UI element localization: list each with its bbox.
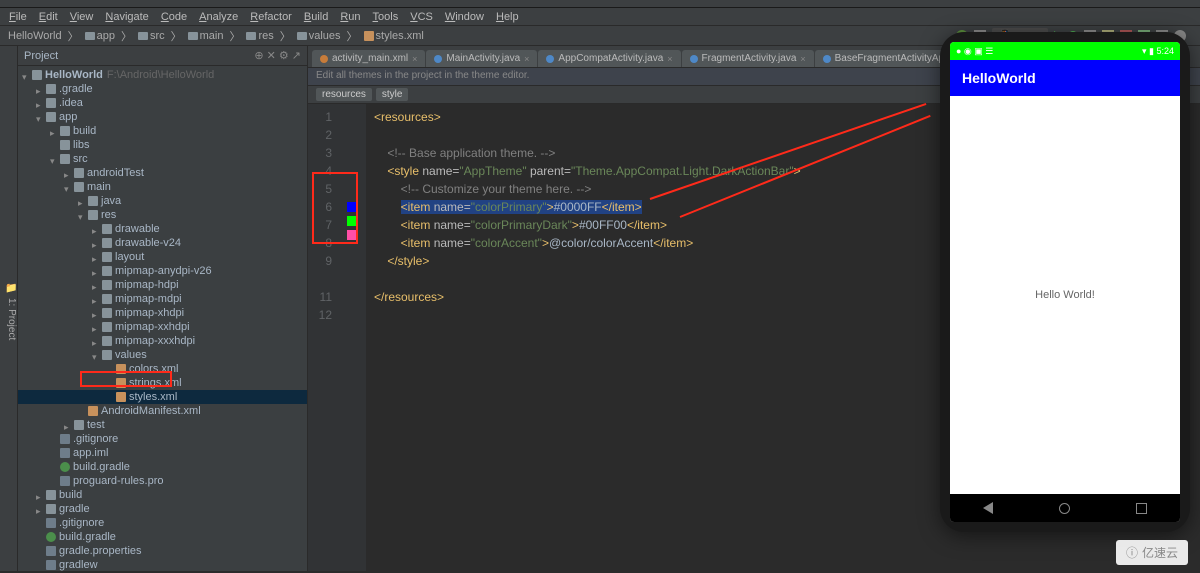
tree--gitignore[interactable]: .gitignore xyxy=(18,516,307,530)
breadcrumb-item[interactable]: main xyxy=(186,30,226,42)
tree-build[interactable]: build xyxy=(18,488,307,502)
swatch-primary[interactable] xyxy=(347,202,357,212)
tree-gradle-properties[interactable]: gradle.properties xyxy=(18,544,307,558)
app-body: Hello World! xyxy=(950,96,1180,494)
tree-mipmap-xxxhdpi[interactable]: mipmap-xxxhdpi xyxy=(18,334,307,348)
line-numbers: 1234567891112 xyxy=(308,104,338,571)
tree-styles-xml[interactable]: styles.xml xyxy=(18,390,307,404)
status-icons-left: ● ◉ ▣ ☰ xyxy=(956,46,993,57)
tree-androidTest[interactable]: androidTest xyxy=(18,166,307,180)
breadcrumb-item[interactable]: values xyxy=(295,30,343,42)
tab-MainActivity-java[interactable]: MainActivity.java× xyxy=(426,50,537,67)
tree-gradle[interactable]: gradle xyxy=(18,502,307,516)
watermark: ⓘ 亿速云 xyxy=(1116,540,1188,565)
tree-build-gradle[interactable]: build.gradle xyxy=(18,460,307,474)
tree-colors-xml[interactable]: colors.xml xyxy=(18,362,307,376)
tree-mipmap-xxhdpi[interactable]: mipmap-xxhdpi xyxy=(18,320,307,334)
tree-gradlew[interactable]: gradlew xyxy=(18,558,307,571)
tree-src[interactable]: src xyxy=(18,152,307,166)
menu-tools[interactable]: Tools xyxy=(368,9,404,25)
tree-mipmap-anydpi-v26[interactable]: mipmap-anydpi-v26 xyxy=(18,264,307,278)
tree-app-iml[interactable]: app.iml xyxy=(18,446,307,460)
menu-window[interactable]: Window xyxy=(440,9,489,25)
tree-build-gradle[interactable]: build.gradle xyxy=(18,530,307,544)
tree-proguard-rules-pro[interactable]: proguard-rules.pro xyxy=(18,474,307,488)
menu-code[interactable]: Code xyxy=(156,9,192,25)
tree-AndroidManifest-xml[interactable]: AndroidManifest.xml xyxy=(18,404,307,418)
tree-mipmap-xhdpi[interactable]: mipmap-xhdpi xyxy=(18,306,307,320)
nav-recent-icon[interactable] xyxy=(1136,503,1147,514)
tree--gradle[interactable]: .gradle xyxy=(18,82,307,96)
tab-activity_main-xml[interactable]: activity_main.xml× xyxy=(312,50,425,67)
menu-refactor[interactable]: Refactor xyxy=(245,9,297,25)
tree-libs[interactable]: libs xyxy=(18,138,307,152)
tab-FragmentActivity-java[interactable]: FragmentActivity.java× xyxy=(682,50,814,67)
tab-AppCompatActivity-java[interactable]: AppCompatActivity.java× xyxy=(538,50,680,67)
tree-test[interactable]: test xyxy=(18,418,307,432)
project-header[interactable]: Project ⊕ ✕ ⚙ ↗ xyxy=(18,46,307,66)
swatch-primary-dark[interactable] xyxy=(347,216,357,226)
tree-mipmap-hdpi[interactable]: mipmap-hdpi xyxy=(18,278,307,292)
menu-navigate[interactable]: Navigate xyxy=(100,9,153,25)
tree-values[interactable]: values xyxy=(18,348,307,362)
menu-vcs[interactable]: VCS xyxy=(405,9,438,25)
device-preview: ● ◉ ▣ ☰ ▾ ▮ 5:24 HelloWorld Hello World! xyxy=(940,32,1190,532)
tree-build[interactable]: build xyxy=(18,124,307,138)
tree-drawable[interactable]: drawable xyxy=(18,222,307,236)
swatch-accent[interactable] xyxy=(347,230,357,240)
menu-help[interactable]: Help xyxy=(491,9,524,25)
menu-edit[interactable]: Edit xyxy=(34,9,63,25)
status-time: ▾ ▮ 5:24 xyxy=(1142,46,1174,57)
nav-bar xyxy=(950,494,1180,522)
menu-run[interactable]: Run xyxy=(335,9,365,25)
menu-build[interactable]: Build xyxy=(299,9,333,25)
project-tool-tab[interactable]: 📁 1: Project xyxy=(0,46,18,571)
tree--idea[interactable]: .idea xyxy=(18,96,307,110)
project-panel: Project ⊕ ✕ ⚙ ↗ HelloWorldF:\Android\Hel… xyxy=(18,46,308,571)
crumb-resources[interactable]: resources xyxy=(316,88,372,101)
nav-back-icon[interactable] xyxy=(983,502,993,514)
menu-file[interactable]: File xyxy=(4,9,32,25)
menubar[interactable]: FileEditViewNavigateCodeAnalyzeRefactorB… xyxy=(0,8,1200,26)
app-bar: HelloWorld xyxy=(950,60,1180,96)
breadcrumb-item[interactable]: app xyxy=(83,30,117,42)
breadcrumb-item[interactable]: src xyxy=(136,30,167,42)
tree-main[interactable]: main xyxy=(18,180,307,194)
tree-app[interactable]: app xyxy=(18,110,307,124)
tree-drawable-v24[interactable]: drawable-v24 xyxy=(18,236,307,250)
menu-analyze[interactable]: Analyze xyxy=(194,9,243,25)
tree-mipmap-mdpi[interactable]: mipmap-mdpi xyxy=(18,292,307,306)
breadcrumb-item[interactable]: res xyxy=(244,30,275,42)
tree-layout[interactable]: layout xyxy=(18,250,307,264)
tree-res[interactable]: res xyxy=(18,208,307,222)
status-bar: ● ◉ ▣ ☰ ▾ ▮ 5:24 xyxy=(950,42,1180,60)
crumb-style[interactable]: style xyxy=(376,88,409,101)
tree-root[interactable]: HelloWorldF:\Android\HelloWorld xyxy=(18,68,307,82)
nav-home-icon[interactable] xyxy=(1059,503,1070,514)
breadcrumb-item[interactable]: HelloWorld xyxy=(6,30,64,42)
tree--gitignore[interactable]: .gitignore xyxy=(18,432,307,446)
menu-view[interactable]: View xyxy=(65,9,99,25)
tree-strings-xml[interactable]: strings.xml xyxy=(18,376,307,390)
breadcrumb-item[interactable]: styles.xml xyxy=(362,30,426,42)
color-gutter xyxy=(338,104,366,571)
tree-java[interactable]: java xyxy=(18,194,307,208)
